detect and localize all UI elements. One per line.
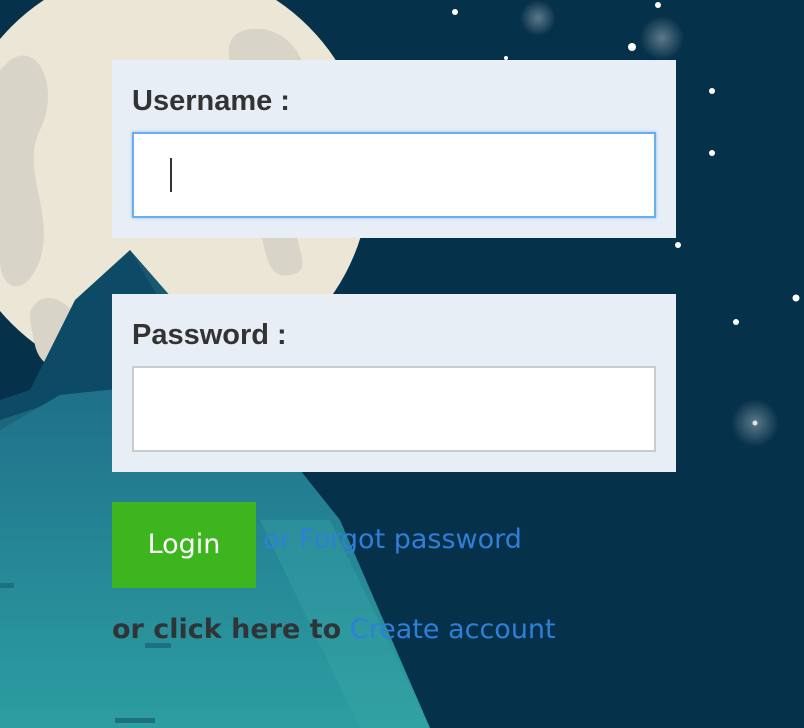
username-label: Username : xyxy=(132,85,290,117)
create-account-line: or click here to Create account xyxy=(112,614,556,646)
username-panel: Username : xyxy=(112,60,676,238)
text-caret xyxy=(170,158,172,192)
password-label: Password : xyxy=(132,319,287,351)
create-account-link[interactable]: Create account xyxy=(350,614,556,645)
login-button[interactable]: Login xyxy=(112,502,256,588)
forgot-password-link[interactable]: or Forgot password xyxy=(263,524,522,556)
username-input[interactable] xyxy=(132,132,656,218)
create-account-prefix: or click here to xyxy=(112,614,342,645)
password-input[interactable] xyxy=(132,366,656,452)
password-panel: Password : xyxy=(112,294,676,472)
